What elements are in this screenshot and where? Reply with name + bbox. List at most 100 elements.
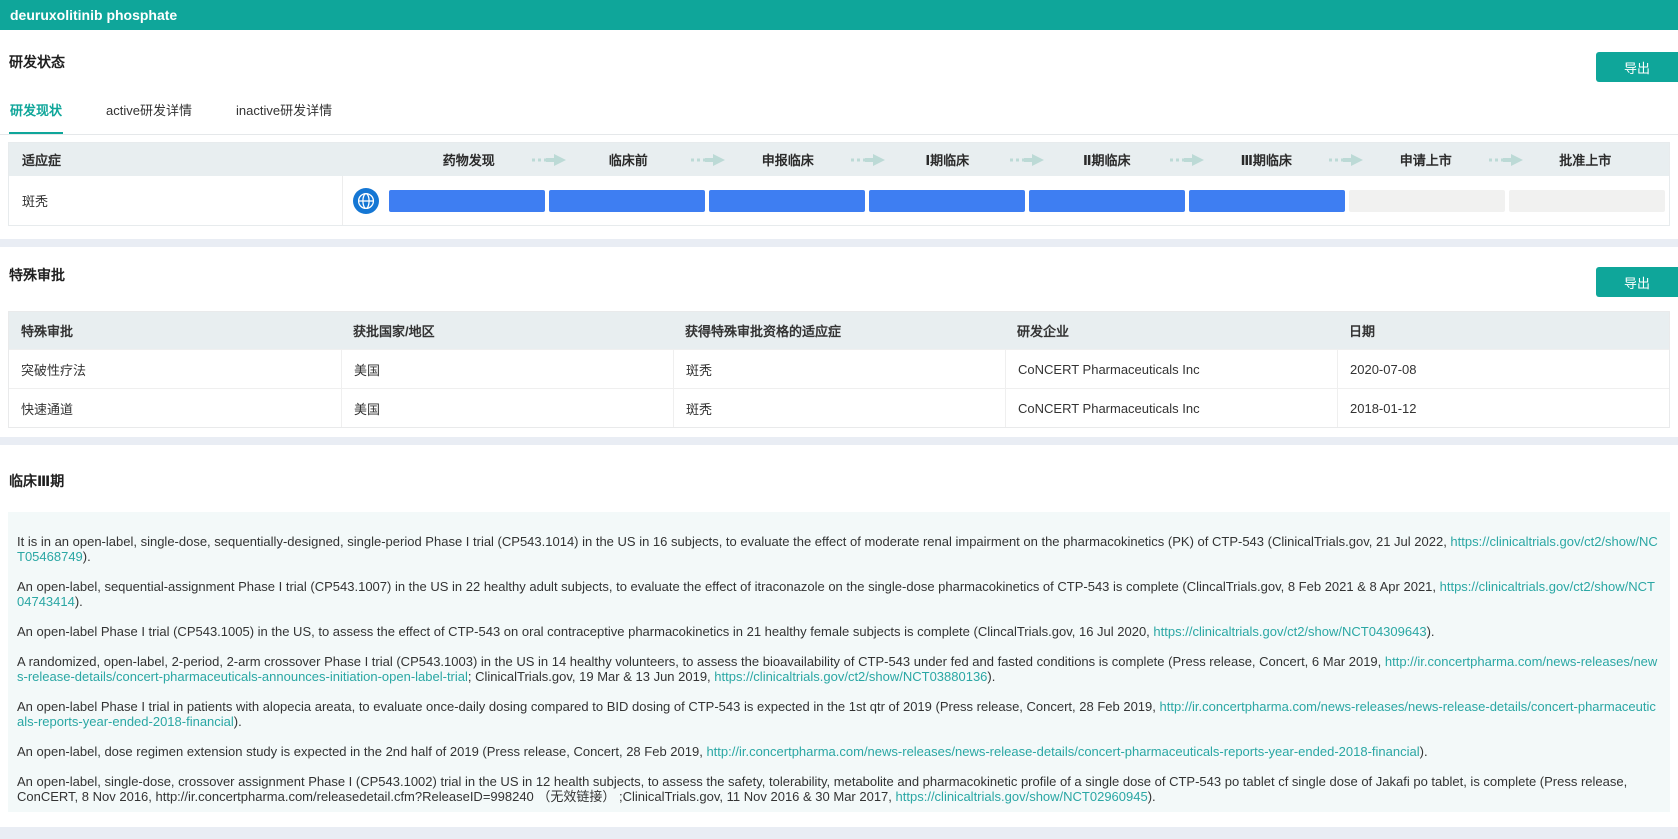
paragraph-text: ). [234,714,242,729]
tab-inactive-details[interactable]: inactive研发详情 [235,96,333,132]
clinical-paragraph: An open-label, single-dose, crossover as… [17,774,1661,804]
table-row: 突破性疗法美国斑秃CoNCERT Pharmaceuticals Inc2020… [9,349,1669,388]
stage-arrow-icon [1009,154,1045,166]
stage-header-1: 药物发现 [389,150,549,169]
special-approval-heading: 特殊审批 [9,265,1678,285]
clinical-phase3-section: 临床Ⅲ期 It is in an open-label, single-dose… [0,445,1678,827]
paragraph-text: A randomized, open-label, 2-period, 2-ar… [17,654,1385,669]
stage-arrow-icon [1488,154,1524,166]
tabs: 研发现状 active研发详情 inactive研发详情 [0,96,1678,135]
trial-link[interactable]: https://clinicaltrials.gov/show/NCT02960… [896,789,1148,804]
stage-bar-2 [549,190,705,212]
pipeline-header-row: 适应症 药物发现 临床前 申报临床 Ⅰ期临床 Ⅱ期临床 Ⅲ期临床 申请上市 批准上市 [9,143,1669,176]
column-header-4: 研发企业 [1005,312,1337,349]
special-approval-header-row: 特殊审批 导出 [0,247,1678,285]
trial-link[interactable]: https://clinicaltrials.gov/ct2/show/NCT0… [714,669,987,684]
stage-header-5: Ⅱ期临床 [1027,150,1187,169]
stage-header-label: 药物发现 [443,153,495,168]
clinical-paragraph: A randomized, open-label, 2-period, 2-ar… [17,654,1661,684]
paragraph-text: An open-label Phase I trial (CP543.1005)… [17,624,1153,639]
table-cell-3: 斑秃 [673,349,1005,388]
special-approval-table-header: 特殊审批获批国家/地区获得特殊审批资格的适应症研发企业日期 [9,312,1669,349]
drug-name-title: deuruxolitinib phosphate [0,7,177,23]
rnd-export-button[interactable]: 导出 [1596,52,1678,82]
special-approval-export-button[interactable]: 导出 [1596,267,1678,297]
paragraph-text: ). [83,549,91,564]
stage-header-3: 申报临床 [708,150,868,169]
clinical-phase3-header-row: 临床Ⅲ期 [0,445,1678,491]
rnd-status-section: 研发状态 导出 研发现状 active研发详情 inactive研发详情 适应症 药… [0,30,1678,239]
pipeline-row: 斑秃 [9,176,1669,225]
clinical-paragraph: An open-label Phase I trial (CP543.1005)… [17,624,1661,639]
table-cell-1: 突破性疗法 [9,349,341,388]
rnd-status-heading: 研发状态 [9,52,1678,72]
table-cell-2: 美国 [341,349,673,388]
globe-cell [343,176,389,225]
stage-header-label: Ⅲ期临床 [1241,153,1292,168]
table-cell-1: 快速通道 [9,388,341,427]
column-header-5: 日期 [1337,312,1669,349]
indication-cell: 斑秃 [9,176,343,225]
tab-current[interactable]: 研发现状 [9,96,63,134]
clinical-paragraph: An open-label Phase I trial in patients … [17,699,1661,729]
table-cell-4: CoNCERT Pharmaceuticals Inc [1005,388,1337,427]
column-header-2: 获批国家/地区 [341,312,673,349]
trial-link[interactable]: http://ir.concertpharma.com/news-release… [706,744,1419,759]
stage-bar-6 [1189,190,1345,212]
rnd-status-header-row: 研发状态 导出 [0,30,1678,72]
clinical-phase3-notes: It is in an open-label, single-dose, seq… [8,512,1670,812]
table-cell-3: 斑秃 [673,388,1005,427]
table-row: 快速通道美国斑秃CoNCERT Pharmaceuticals Inc2018-… [9,388,1669,427]
tab-active-details[interactable]: active研发详情 [105,96,193,132]
paragraph-text: It is in an open-label, single-dose, seq… [17,534,1450,549]
paragraph-text: An open-label, single-dose, crossover as… [17,774,1627,804]
table-cell-2: 美国 [341,388,673,427]
stage-bars [389,176,1669,225]
pipeline-table: 适应症 药物发现 临床前 申报临床 Ⅰ期临床 Ⅱ期临床 Ⅲ期临床 申请上市 批准上市 斑秃 [8,142,1670,226]
pipeline-rows: 斑秃 [9,176,1669,225]
stage-arrow-icon [690,154,726,166]
clinical-phase3-heading: 临床Ⅲ期 [9,471,1678,491]
paragraph-text: ). [1420,744,1428,759]
table-cell-5: 2018-01-12 [1337,388,1669,427]
table-cell-4: CoNCERT Pharmaceuticals Inc [1005,349,1337,388]
pipeline-stage-headers: 药物发现 临床前 申报临床 Ⅰ期临床 Ⅱ期临床 Ⅲ期临床 申请上市 批准上市 [389,150,1669,169]
paragraph-text: An open-label Phase I trial in patients … [17,699,1160,714]
stage-bar-3 [709,190,865,212]
special-approval-section: 特殊审批 导出 特殊审批获批国家/地区获得特殊审批资格的适应症研发企业日期 突破… [0,247,1678,437]
stage-header-8: 批准上市 [1506,150,1666,169]
paragraph-text: ). [987,669,995,684]
globe-icon[interactable] [353,188,379,214]
drug-title-bar: deuruxolitinib phosphate [0,0,1678,30]
clinical-paragraph: It is in an open-label, single-dose, seq… [17,534,1661,564]
table-cell-5: 2020-07-08 [1337,349,1669,388]
clinical-paragraph: An open-label, sequential-assignment Pha… [17,579,1661,609]
paragraph-text: ). [1427,624,1435,639]
stage-bar-7 [1349,190,1505,212]
paragraph-text: ). [1148,789,1156,804]
stage-arrow-icon [1328,154,1364,166]
stage-header-label: 临床前 [609,153,648,168]
indication-column-header: 适应症 [9,150,343,169]
stage-arrow-icon [850,154,886,166]
special-approval-table: 特殊审批获批国家/地区获得特殊审批资格的适应症研发企业日期 突破性疗法美国斑秃C… [8,311,1670,428]
stage-bar-4 [869,190,1025,212]
trial-link[interactable]: https://clinicaltrials.gov/ct2/show/NCT0… [1153,624,1426,639]
stage-arrow-icon [1169,154,1205,166]
stage-header-label: Ⅰ期临床 [925,153,969,168]
column-header-1: 特殊审批 [9,312,341,349]
special-approval-table-body: 突破性疗法美国斑秃CoNCERT Pharmaceuticals Inc2020… [9,349,1669,427]
stage-bar-8 [1509,190,1665,212]
stage-header-7: 申请上市 [1346,150,1506,169]
stage-header-2: 临床前 [549,150,709,169]
stage-bar-1 [389,190,545,212]
stage-header-label: Ⅱ期临床 [1083,153,1131,168]
stage-header-label: 批准上市 [1559,153,1611,168]
stage-arrow-icon [531,154,567,166]
clinical-paragraph: An open-label, dose regimen extension st… [17,744,1661,759]
stage-header-label: 申请上市 [1400,153,1452,168]
paragraph-text: ). [75,594,83,609]
paragraph-text: An open-label, sequential-assignment Pha… [17,579,1440,594]
stage-bar-5 [1029,190,1185,212]
stage-header-6: Ⅲ期临床 [1187,150,1347,169]
